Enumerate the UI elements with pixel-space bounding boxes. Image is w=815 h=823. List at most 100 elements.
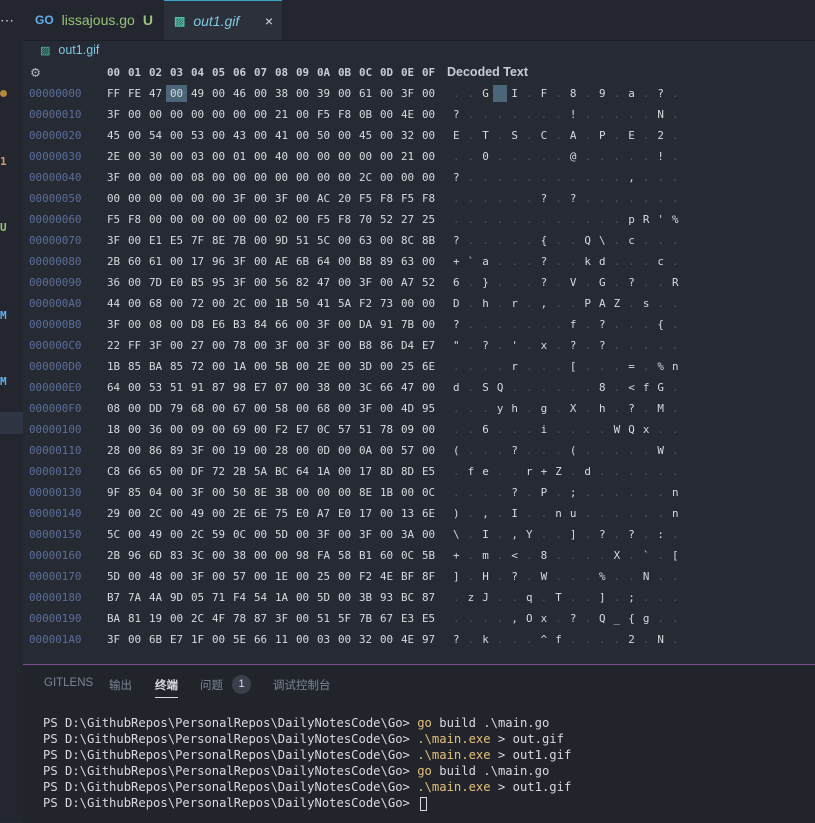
hex-byte[interactable]: 47 xyxy=(145,85,166,102)
decoded-char[interactable]: r xyxy=(522,463,537,480)
decoded-char[interactable]: ( xyxy=(449,442,464,459)
decoded-char[interactable]: . xyxy=(610,232,625,249)
hex-byte[interactable]: B1 xyxy=(355,547,376,564)
hex-byte[interactable]: FF xyxy=(103,85,124,102)
decoded-char[interactable]: . xyxy=(668,316,683,333)
decoded-char[interactable]: . xyxy=(668,106,683,123)
hex-byte[interactable]: 00 xyxy=(334,274,355,291)
decoded-char[interactable]: . xyxy=(653,232,668,249)
hex-byte[interactable]: 00 xyxy=(166,295,187,312)
hex-byte[interactable]: 8E xyxy=(208,232,229,249)
hex-byte[interactable]: 00 xyxy=(208,421,229,438)
decoded-char[interactable]: . xyxy=(537,169,552,186)
hex-byte[interactable]: 00 xyxy=(292,589,313,606)
decoded-char[interactable]: . xyxy=(507,379,522,396)
hex-byte[interactable]: 6D xyxy=(145,547,166,564)
hex-byte[interactable]: 00 xyxy=(208,148,229,165)
decoded-char[interactable]: . xyxy=(449,421,464,438)
hex-byte[interactable]: 00 xyxy=(334,568,355,585)
hex-byte[interactable]: 00 xyxy=(418,127,439,144)
hex-byte[interactable]: 00 xyxy=(397,295,418,312)
decoded-char[interactable]: h xyxy=(478,295,493,312)
decoded-char[interactable]: . xyxy=(507,169,522,186)
hex-byte[interactable]: 00 xyxy=(208,190,229,207)
hex-byte[interactable]: 82 xyxy=(292,274,313,291)
decoded-char[interactable]: . xyxy=(610,589,625,606)
decoded-char[interactable]: . xyxy=(551,547,566,564)
hex-byte[interactable]: 00 xyxy=(166,316,187,333)
decoded-char[interactable]: . xyxy=(580,148,595,165)
decoded-char[interactable]: . xyxy=(566,169,581,186)
decoded-char[interactable]: [ xyxy=(566,358,581,375)
decoded-char[interactable]: . xyxy=(639,400,654,417)
decoded-char[interactable]: . xyxy=(493,274,508,291)
decoded-char[interactable]: . xyxy=(668,295,683,312)
decoded-char[interactable]: . xyxy=(522,337,537,354)
decoded-char[interactable]: . xyxy=(639,358,654,375)
hex-byte[interactable]: 00 xyxy=(376,127,397,144)
hex-byte[interactable]: 00 xyxy=(397,484,418,501)
hex-byte[interactable]: 4E xyxy=(376,568,397,585)
decoded-char[interactable]: . xyxy=(551,148,566,165)
hex-byte[interactable]: 00 xyxy=(376,169,397,186)
decoded-char[interactable]: 8 xyxy=(595,379,610,396)
hex-byte[interactable]: 66 xyxy=(124,463,145,480)
decoded-char[interactable]: . xyxy=(610,358,625,375)
decoded-char[interactable]: . xyxy=(522,400,537,417)
decoded-char[interactable]: . xyxy=(610,190,625,207)
decoded-char[interactable]: . xyxy=(449,589,464,606)
decoded-char[interactable]: . xyxy=(610,568,625,585)
hex-byte[interactable]: 8F xyxy=(418,568,439,585)
decoded-char[interactable]: . xyxy=(624,253,639,270)
decoded-char[interactable]: . xyxy=(653,505,668,522)
hex-byte[interactable]: 43 xyxy=(229,127,250,144)
hex-byte[interactable]: 1A xyxy=(229,358,250,375)
hex-byte[interactable]: 8B xyxy=(418,232,439,249)
decoded-char[interactable]: . xyxy=(493,484,508,501)
hex-byte[interactable]: 66 xyxy=(376,379,397,396)
decoded-char[interactable]: . xyxy=(610,400,625,417)
hex-byte[interactable]: 3F xyxy=(397,85,418,102)
hex-byte[interactable]: 69 xyxy=(229,421,250,438)
decoded-char[interactable]: . xyxy=(522,85,537,102)
decoded-char[interactable]: . xyxy=(522,211,537,228)
hex-byte[interactable]: 00 xyxy=(124,232,145,249)
hex-byte[interactable]: 00 xyxy=(208,295,229,312)
decoded-char[interactable]: . xyxy=(507,106,522,123)
hex-byte[interactable]: 00 xyxy=(124,127,145,144)
hex-byte[interactable]: 11 xyxy=(271,631,292,648)
decoded-char[interactable]: . xyxy=(493,169,508,186)
decoded-char[interactable]: ^ xyxy=(537,631,552,648)
hex-byte[interactable]: 00 xyxy=(418,526,439,543)
decoded-char[interactable]: ? xyxy=(624,526,639,543)
hex-byte[interactable]: 00 xyxy=(334,316,355,333)
hex-byte[interactable]: 59 xyxy=(208,526,229,543)
hex-byte[interactable]: 00 xyxy=(376,274,397,291)
hex-byte[interactable]: 2B xyxy=(103,253,124,270)
hex-byte[interactable]: 00 xyxy=(334,148,355,165)
hex-byte[interactable]: 3F xyxy=(103,232,124,249)
decoded-char[interactable]: . xyxy=(522,358,537,375)
decoded-char[interactable]: . xyxy=(522,190,537,207)
decoded-char[interactable]: . xyxy=(551,169,566,186)
close-icon[interactable]: × xyxy=(265,13,273,29)
hex-byte[interactable]: 65 xyxy=(145,463,166,480)
decoded-char[interactable]: N xyxy=(653,106,668,123)
hex-byte[interactable]: 00 xyxy=(418,316,439,333)
decoded-char[interactable]: . xyxy=(610,85,625,102)
decoded-char[interactable]: . xyxy=(522,568,537,585)
decoded-char[interactable]: . xyxy=(478,484,493,501)
decoded-char[interactable]: . xyxy=(668,631,683,648)
hex-byte[interactable]: 60 xyxy=(124,253,145,270)
hex-byte[interactable]: 3F xyxy=(103,316,124,333)
decoded-char[interactable]: . xyxy=(639,148,654,165)
decoded-char[interactable]: . xyxy=(580,379,595,396)
hex-byte[interactable]: 00 xyxy=(376,148,397,165)
decoded-char[interactable]: % xyxy=(595,568,610,585)
decoded-char[interactable]: < xyxy=(624,379,639,396)
hex-byte[interactable]: 52 xyxy=(418,274,439,291)
hex-byte[interactable]: 00 xyxy=(166,211,187,228)
terminal[interactable]: PS D:\GithubRepos\PersonalRepos\DailyNot… xyxy=(43,715,571,811)
hex-byte[interactable]: 00 xyxy=(292,85,313,102)
hex-byte[interactable]: 57 xyxy=(397,442,418,459)
